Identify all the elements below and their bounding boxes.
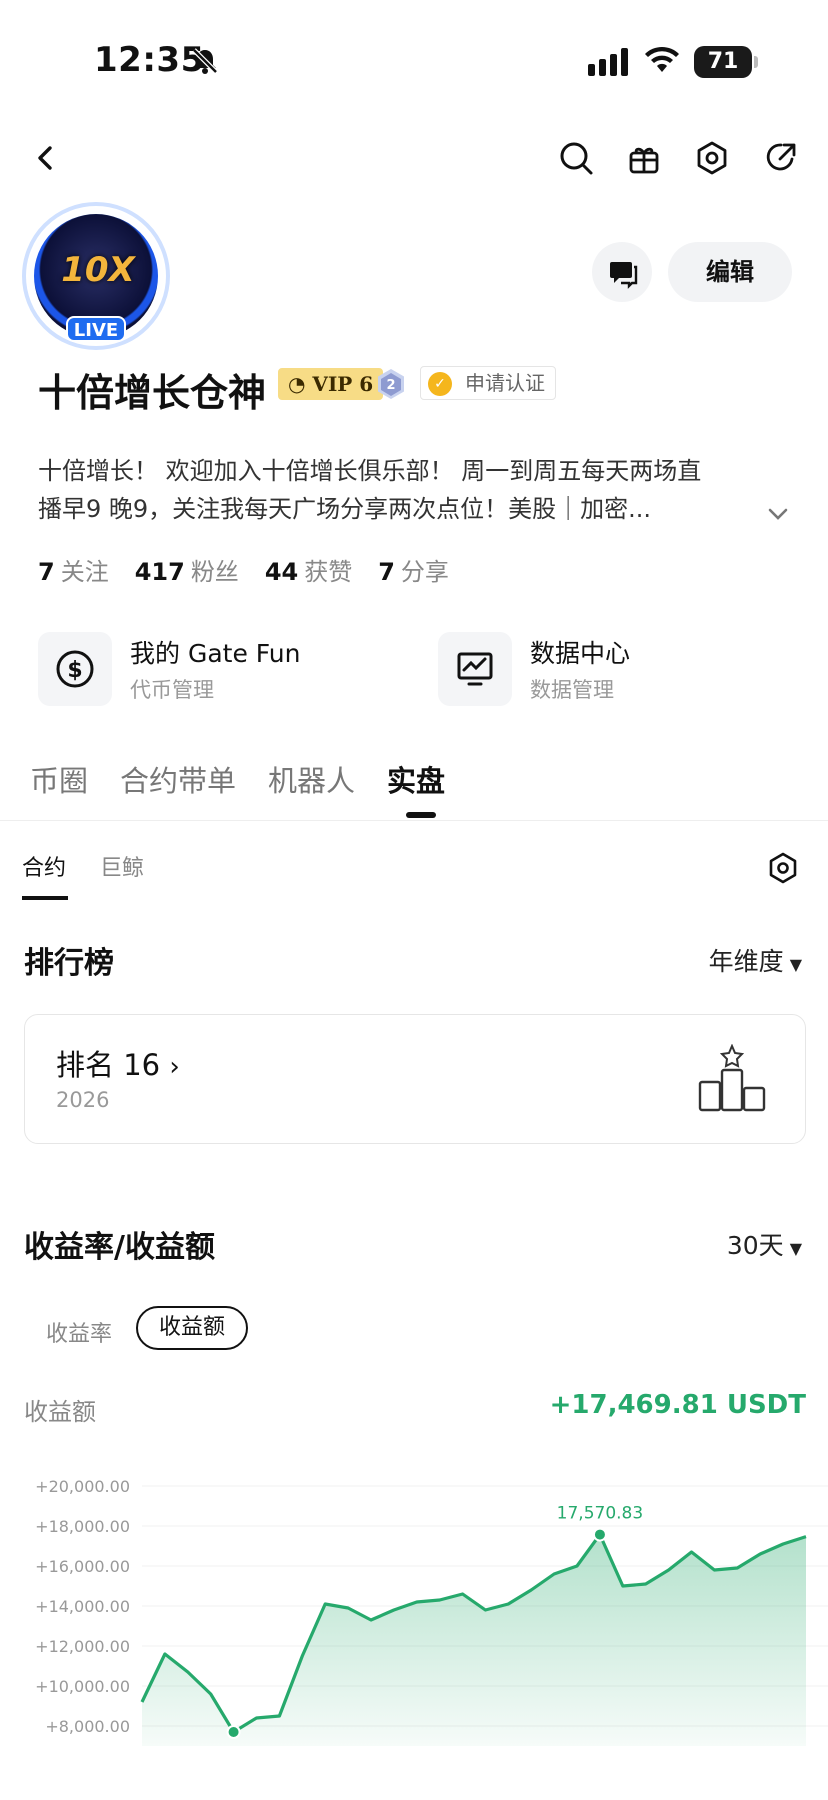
ranking-period-label: 年维度 xyxy=(708,947,784,976)
tab-bots[interactable]: 机器人 xyxy=(268,758,355,800)
y-tick-label: +18,000.00 xyxy=(35,1517,130,1536)
avatar-logo-text: 10X xyxy=(61,250,135,290)
returns-title: 收益率/收益额 xyxy=(24,1230,215,1265)
rank-year: 2026 xyxy=(56,1088,110,1112)
divider xyxy=(0,820,828,821)
dollar-circle-icon: $ xyxy=(38,632,112,706)
ranking-title: 排行榜 xyxy=(24,946,114,981)
tool-subtitle: 数据管理 xyxy=(530,678,614,702)
message-button[interactable] xyxy=(592,242,652,302)
y-tick-label: +12,000.00 xyxy=(35,1637,130,1656)
wifi-icon xyxy=(644,44,680,74)
tool-title: 我的 Gate Fun xyxy=(130,639,301,668)
y-tick-label: +14,000.00 xyxy=(35,1597,130,1616)
metric-label: 收益额 xyxy=(24,1398,96,1426)
battery-indicator: 71 xyxy=(694,46,758,78)
y-tick-label: +16,000.00 xyxy=(35,1557,130,1576)
ranking-period-select[interactable]: 年维度 ▼ xyxy=(709,942,802,978)
level-number: 2 xyxy=(386,378,395,393)
podium-trophy-icon xyxy=(696,1043,768,1112)
returns-period-label: 30天 xyxy=(726,1231,784,1260)
y-tick-label: +10,000.00 xyxy=(35,1677,130,1696)
tool-title: 数据中心 xyxy=(530,639,631,668)
y-tick-label: +8,000.00 xyxy=(45,1717,130,1736)
status-time: 12:35 xyxy=(94,40,205,80)
stat-shares[interactable]: 7 分享 xyxy=(378,552,449,587)
tab-coin-circle[interactable]: 币圈 xyxy=(30,758,88,800)
tab-real-trading[interactable]: 实盘 xyxy=(387,758,445,800)
tab-underline xyxy=(406,812,436,818)
vip-label: VIP 6 xyxy=(312,372,374,396)
toggle-return-rate[interactable]: 收益率 xyxy=(46,1316,112,1348)
edit-profile-button[interactable]: 编辑 xyxy=(668,242,792,302)
bio-line-1: 十倍增长！ 欢迎加入十倍增长俱乐部！ 周一到周五每天两场直 xyxy=(38,457,702,485)
level-badge[interactable]: 2 xyxy=(376,368,406,400)
metric-value: +17,469.81 USDT xyxy=(549,1390,806,1420)
live-badge[interactable]: LIVE xyxy=(66,316,126,342)
chevron-down-icon[interactable] xyxy=(764,500,792,528)
profile-bio: 十倍增长！ 欢迎加入十倍增长俱乐部！ 周一到周五每天两场直 播早9 晚9，关注我… xyxy=(38,452,768,528)
subtab-whale[interactable]: 巨鲸 xyxy=(100,850,144,882)
signal-icon xyxy=(588,48,632,76)
stat-likes[interactable]: 44 获赞 xyxy=(265,552,352,587)
gift-icon[interactable] xyxy=(624,138,664,178)
tab-copy-trading[interactable]: 合约带单 xyxy=(120,758,236,800)
caret-down-icon: ▼ xyxy=(789,955,802,974)
toggle-return-amount[interactable]: 收益额 xyxy=(136,1306,248,1350)
bio-line-2: 播早9 晚9，关注我每天广场分享两次点位！美股｜加密... xyxy=(38,495,652,523)
svg-text:$: $ xyxy=(67,658,82,683)
share-icon[interactable] xyxy=(760,138,800,178)
chevron-right-icon: › xyxy=(169,1052,180,1082)
peak-point xyxy=(592,1527,607,1542)
settings-icon[interactable] xyxy=(692,138,732,178)
main-tabs: 币圈 合约带单 机器人 实盘 xyxy=(30,758,445,800)
stat-followers[interactable]: 417 粉丝 xyxy=(135,552,239,587)
tool-subtitle: 代币管理 xyxy=(130,678,214,702)
bell-muted-icon xyxy=(190,46,220,76)
caret-down-icon: ▼ xyxy=(789,1239,802,1258)
settings-icon[interactable] xyxy=(764,850,802,888)
back-icon[interactable] xyxy=(26,138,66,178)
verify-badge-icon: ✓ xyxy=(428,372,452,396)
stat-following[interactable]: 7 关注 xyxy=(38,552,109,587)
returns-period-select[interactable]: 30天 ▼ xyxy=(727,1226,802,1262)
profile-name: 十倍增长仓神 xyxy=(38,371,267,415)
vip-badge[interactable]: ◔ VIP 6 xyxy=(278,368,384,400)
subtab-underline xyxy=(22,896,68,900)
rank-label[interactable]: 排名 16 › xyxy=(56,1042,180,1084)
y-tick-label: +20,000.00 xyxy=(35,1477,130,1496)
profit-chart: +20,000.00 +18,000.00 +16,000.00 +14,000.00… xyxy=(35,1477,828,1746)
profile-stats: 7 关注 417 粉丝 44 获赞 7 分享 xyxy=(38,552,449,587)
search-icon[interactable] xyxy=(556,138,596,178)
low-point xyxy=(226,1725,241,1739)
peak-value-label: 17,570.83 xyxy=(557,1504,644,1524)
chart-monitor-icon xyxy=(438,632,512,706)
subtab-contract[interactable]: 合约 xyxy=(22,850,66,882)
